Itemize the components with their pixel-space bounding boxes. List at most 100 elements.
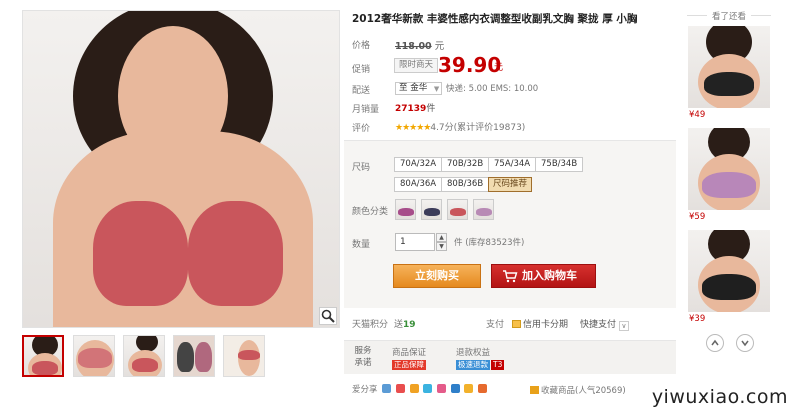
cart-icon xyxy=(503,270,518,283)
share-label: 爱分享 xyxy=(352,385,378,395)
size-option-80a[interactable]: 80A/36A xyxy=(394,177,443,192)
share-row: 爱分享 xyxy=(352,383,488,395)
size-label: 尺码 xyxy=(352,163,371,173)
original-price: 118.00 元 xyxy=(395,38,444,52)
quantity-decrease[interactable]: ▼ xyxy=(436,242,447,251)
promo-price-unit: 元 xyxy=(494,63,504,73)
color-swatch-4[interactable] xyxy=(473,199,494,220)
also-viewed-item-3[interactable] xyxy=(688,230,770,312)
stock-info: 件 (库存83523件) xyxy=(454,238,525,248)
points-info: 送19 xyxy=(394,317,416,330)
purchase-options-panel: 尺码 70A/32A 70B/32B 75A/34A 75B/34B 80A/3… xyxy=(344,140,676,308)
thumbnail-4[interactable] xyxy=(173,335,215,377)
favorite-icon xyxy=(530,386,539,394)
credit-installment[interactable]: 信用卡分期 xyxy=(512,317,568,330)
also-viewed-item-2[interactable] xyxy=(688,128,770,210)
side-photo-bra xyxy=(704,72,754,96)
service-header: 服务承诺 xyxy=(354,346,372,368)
bra-cup-right xyxy=(188,201,283,306)
share-icon-4[interactable] xyxy=(423,384,433,393)
refund-extra-badge: T3 xyxy=(491,360,505,370)
promo-tag: 限时商天 xyxy=(394,58,439,73)
shipping-destination-select[interactable]: 至 金华 ▼ xyxy=(395,82,443,95)
shipping-destination: 至 金华 xyxy=(399,83,428,93)
thumbnail-bra xyxy=(238,350,260,360)
quick-pay-label: 快捷支付 xyxy=(580,320,617,330)
color-label: 颜色分类 xyxy=(352,207,389,217)
quantity-label: 数量 xyxy=(352,240,371,250)
also-viewed-header: 看了还看 xyxy=(687,10,771,22)
color-swatch-1[interactable] xyxy=(395,199,416,220)
thumbnail-bra xyxy=(177,342,194,372)
share-icon-3[interactable] xyxy=(409,384,419,393)
share-icon-8[interactable] xyxy=(478,384,488,393)
credit-card-icon xyxy=(512,320,521,328)
thumbnail-bra xyxy=(195,342,212,372)
side-photo-bra xyxy=(702,274,756,300)
thumbnail-3[interactable] xyxy=(123,335,165,377)
share-icon-7[interactable] xyxy=(464,384,474,393)
points-send-label: 送 xyxy=(394,320,404,330)
refund-label: 退款权益 xyxy=(456,348,491,358)
thumbnail-bra xyxy=(78,348,112,368)
refund-badge-wrap[interactable]: 极速退款 T3 xyxy=(456,360,505,370)
chevron-down-icon: ▼ xyxy=(433,85,440,93)
also-viewed-price-2: ¥59 xyxy=(689,212,706,222)
color-swatch-3[interactable] xyxy=(447,199,468,220)
size-option-70a[interactable]: 70A/32A xyxy=(394,157,443,172)
swatch-bra xyxy=(424,208,440,216)
side-photo-bra xyxy=(702,172,756,198)
points-payment-row: 天猫积分 送19 支付 信用卡分期 快捷支付 ∨ xyxy=(344,312,676,332)
size-recommend-button[interactable]: 尺码推荐 xyxy=(488,177,533,192)
rating-text: 4.7分(累计评价19873) xyxy=(430,123,526,133)
main-product-image[interactable] xyxy=(22,10,340,328)
magnifier-icon[interactable] xyxy=(319,307,337,325)
swatch-bra xyxy=(476,208,492,216)
share-icon-1[interactable] xyxy=(382,384,392,393)
rating-stars: ★★★★★ xyxy=(395,123,431,133)
monthly-sales-unit: 件 xyxy=(426,104,436,114)
share-icon-2[interactable] xyxy=(395,384,405,393)
guarantee-label: 商品保证 xyxy=(392,348,427,358)
monthly-sales-count: 27139 xyxy=(395,104,427,114)
promo-label: 促销 xyxy=(352,65,371,75)
guarantee-badge: 正品保障 xyxy=(392,360,426,370)
shipping-fees: 快递: 5.00 EMS: 10.00 xyxy=(446,84,539,94)
add-to-cart-button[interactable]: 加入购物车 xyxy=(491,264,596,288)
buy-now-button[interactable]: 立刻购买 xyxy=(393,264,481,288)
bra-cup-left xyxy=(93,201,188,306)
service-commitment: 服务承诺 商品保证 正品保障 退款权益 极速退款 T3 xyxy=(344,340,676,374)
credit-installment-label: 信用卡分期 xyxy=(523,320,569,330)
rating[interactable]: ★★★★★4.7分(累计评价19873) xyxy=(395,120,525,133)
quick-pay[interactable]: 快捷支付 ∨ xyxy=(580,317,629,331)
size-option-80b[interactable]: 80B/36B xyxy=(441,177,490,192)
chevron-down-icon: ∨ xyxy=(618,321,629,331)
chevron-down-icon[interactable] xyxy=(736,334,754,352)
also-viewed-item-1[interactable] xyxy=(688,26,770,108)
also-viewed-price-3: ¥39 xyxy=(689,314,706,324)
size-option-75b[interactable]: 75B/34B xyxy=(535,157,584,172)
promo-price: 39.90 xyxy=(438,53,502,77)
thumbnail-1[interactable] xyxy=(22,335,64,377)
monthly-sales-label: 月销量 xyxy=(352,105,380,115)
thumbnail-2[interactable] xyxy=(73,335,115,377)
share-icon-6[interactable] xyxy=(450,384,460,393)
guarantee-badge-wrap[interactable]: 正品保障 xyxy=(392,360,426,370)
rating-label: 评价 xyxy=(352,124,371,134)
thumbnail-5[interactable] xyxy=(223,335,265,377)
share-icon-5[interactable] xyxy=(437,384,447,393)
size-option-70b[interactable]: 70B/32B xyxy=(441,157,490,172)
original-price-value: 118.00 xyxy=(395,41,432,52)
shipping-label: 配送 xyxy=(352,86,371,96)
add-to-cart-label: 加入购物车 xyxy=(522,269,577,282)
product-title: 2012奢华新款 丰婆性感内衣调整型收副乳文胸 聚拢 厚 小胸 xyxy=(352,13,638,25)
quantity-increase[interactable]: ▲ xyxy=(436,233,447,242)
quantity-input[interactable]: 1 xyxy=(395,233,435,251)
color-swatch-2[interactable] xyxy=(421,199,442,220)
points-value: 19 xyxy=(403,320,416,330)
size-option-75a[interactable]: 75A/34A xyxy=(488,157,537,172)
chevron-up-icon[interactable] xyxy=(706,334,724,352)
swatch-bra xyxy=(398,208,414,216)
swatch-bra xyxy=(450,208,466,216)
favorite-button[interactable]: 收藏商品(人气20569) xyxy=(530,384,626,396)
